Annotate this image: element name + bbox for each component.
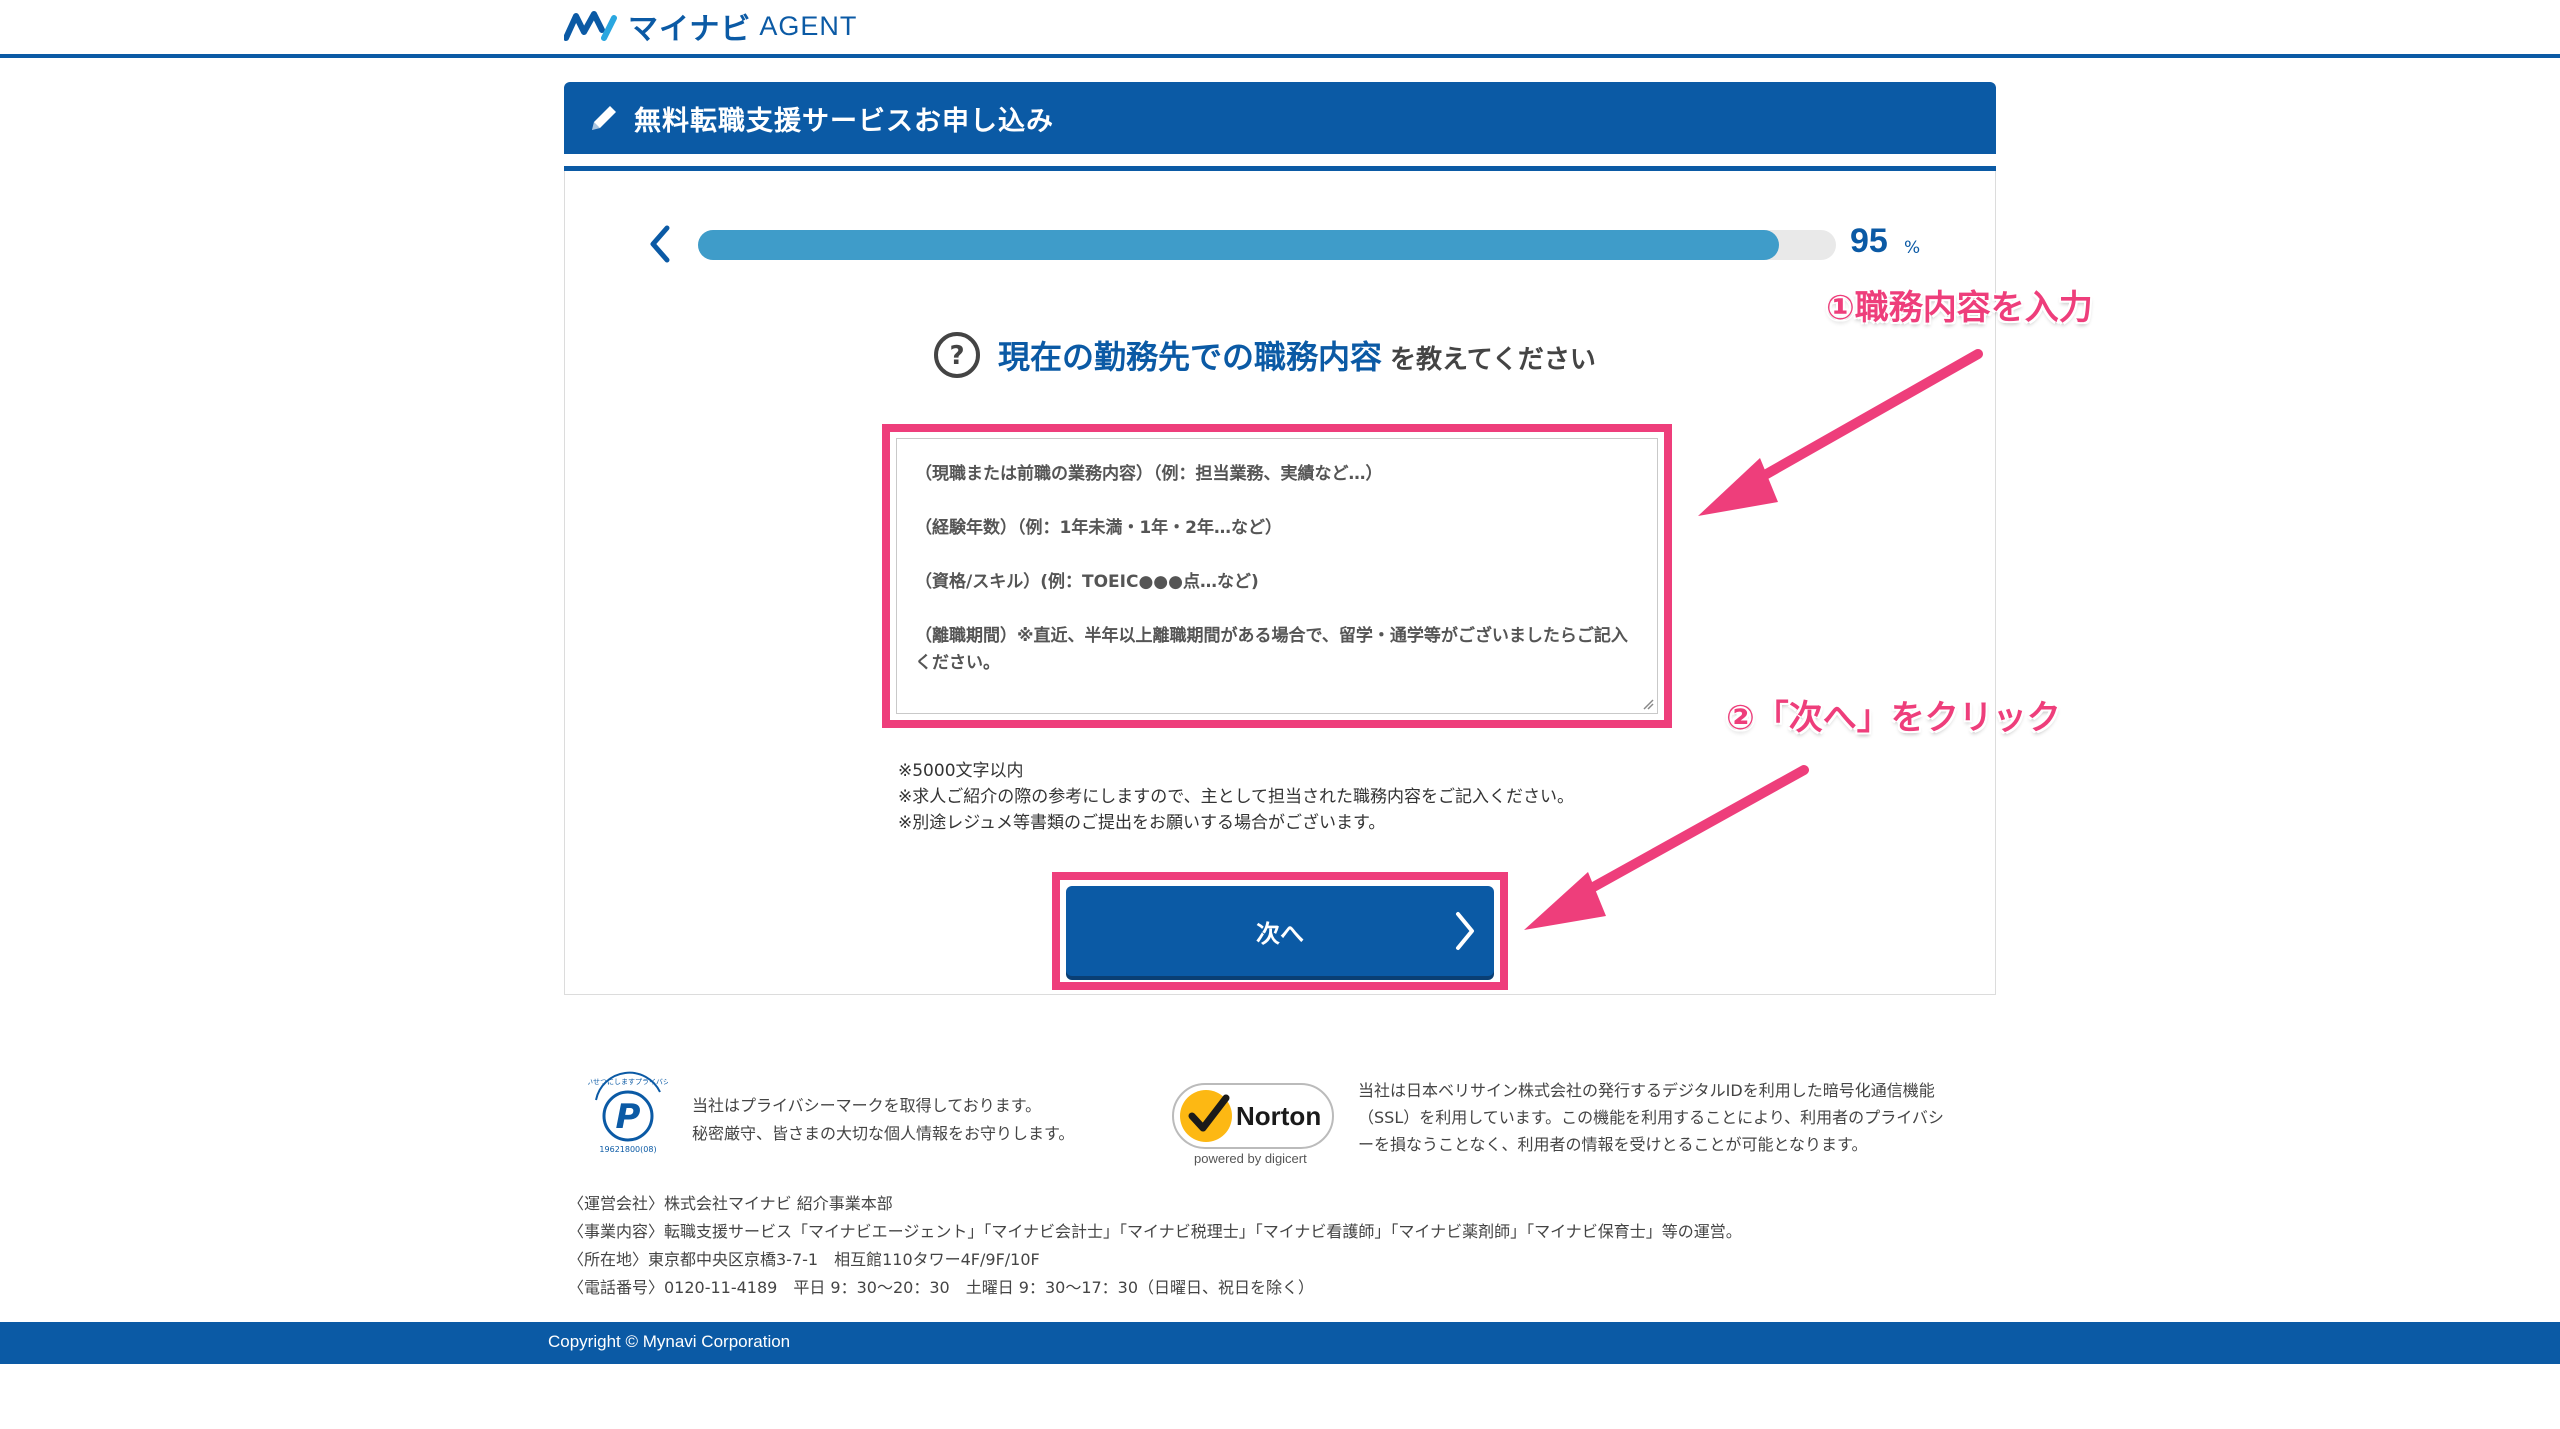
svg-text:?: ? xyxy=(949,341,964,371)
next-button[interactable]: 次へ xyxy=(1066,886,1494,976)
question-main: 現在の勤務先での職務内容 xyxy=(998,338,1383,376)
pmark-line: 秘密厳守、皆さまの大切な個人情報をお守りします。 xyxy=(692,1124,1075,1143)
company-line: 〈事業内容〉転職支援サービス「マイナビエージェント」「マイナビ会計士」「マイナビ… xyxy=(568,1222,1742,1241)
form-title: 無料転職支援サービスお申し込み xyxy=(634,105,1054,137)
company-line: 〈電話番号〉0120-11-4189 平日 9：30〜20：30 土曜日 9：3… xyxy=(568,1278,1315,1297)
pmark-line: 当社はプライバシーマークを取得しております。 xyxy=(692,1096,1042,1115)
company-line: 〈運営会社〉株式会社マイナビ 紹介事業本部 xyxy=(568,1194,893,1213)
pmark-number: 19621800(08) xyxy=(599,1145,656,1154)
company-info: 〈運営会社〉株式会社マイナビ 紹介事業本部 〈事業内容〉転職支援サービス「マイナ… xyxy=(568,1190,1742,1302)
norton-name: Norton xyxy=(1236,1101,1321,1131)
annotation-step1: ①職務内容を入力 xyxy=(1826,288,2093,328)
mynavi-wave-icon xyxy=(564,11,617,41)
form-title-bar: 無料転職支援サービスお申し込み xyxy=(564,82,1996,154)
question-heading: 現在の勤務先での職務内容 を教えてください xyxy=(998,332,1596,378)
question-sub: を教えてください xyxy=(1390,345,1596,375)
copyright: Copyright © Mynavi Corporation xyxy=(548,1332,791,1351)
site-header: マイナビ AGENT xyxy=(0,0,2560,58)
note-line: ※別途レジュメ等書類のご提出をお願いする場合がございます。 xyxy=(898,813,1386,833)
note-line: ※5000文字以内 xyxy=(898,761,1024,781)
next-label: 次へ xyxy=(1256,919,1304,948)
progress-bar xyxy=(698,230,1836,260)
progress-fill xyxy=(698,230,1780,260)
input-notes: ※5000文字以内 ※求人ご紹介の際の参考にしますので、主として担当された職務内… xyxy=(898,758,1574,836)
question-circle-icon: ? xyxy=(934,332,980,378)
annotation-step2: ②「次へ」をクリック xyxy=(1726,698,2061,738)
privacy-mark-text: 当社はプライバシーマークを取得しております。 秘密厳守、皆さまの大切な個人情報を… xyxy=(692,1092,1074,1148)
company-line: 〈所在地〉東京都中央区京橋3-7-1 相互館110タワー4F/9F/10F xyxy=(568,1250,1040,1269)
chevron-right-icon xyxy=(1456,912,1474,950)
pencil-icon xyxy=(592,106,616,130)
job-description-textarea[interactable]: （現職または前職の業務内容）（例：担当業務、実績など…） （経験年数）（例：1年… xyxy=(896,438,1658,714)
mynavi-agent-logo[interactable]: マイナビ AGENT xyxy=(564,6,858,47)
pmark-logo-text: たいせつにしますプライバシー xyxy=(588,1078,668,1086)
norton-seal-logo[interactable]: Norton powered by digicert xyxy=(1172,1078,1338,1166)
norton-sub: powered by digicert xyxy=(1194,1151,1307,1166)
logo-kana: マイナビ xyxy=(628,12,752,47)
progress-unit: % xyxy=(1904,238,1921,258)
progress-value: 95 xyxy=(1850,222,1888,260)
privacy-mark-logo: たいせつにしますプライバシー P 19621800(08) xyxy=(588,1071,668,1154)
svg-text:P: P xyxy=(616,1097,641,1137)
ssl-text: 当社は日本ベリサイン株式会社の発行するデジタルIDを利用した暗号化通信機能（SS… xyxy=(1358,1081,1944,1154)
logo-agent: AGENT xyxy=(759,10,858,41)
site-footer: Copyright © Mynavi Corporation xyxy=(0,1322,2560,1364)
back-chevron-icon[interactable] xyxy=(645,222,677,266)
note-line: ※求人ご紹介の際の参考にしますので、主として担当された職務内容をご記入ください。 xyxy=(898,787,1575,807)
resize-handle-icon[interactable] xyxy=(1642,698,1654,710)
